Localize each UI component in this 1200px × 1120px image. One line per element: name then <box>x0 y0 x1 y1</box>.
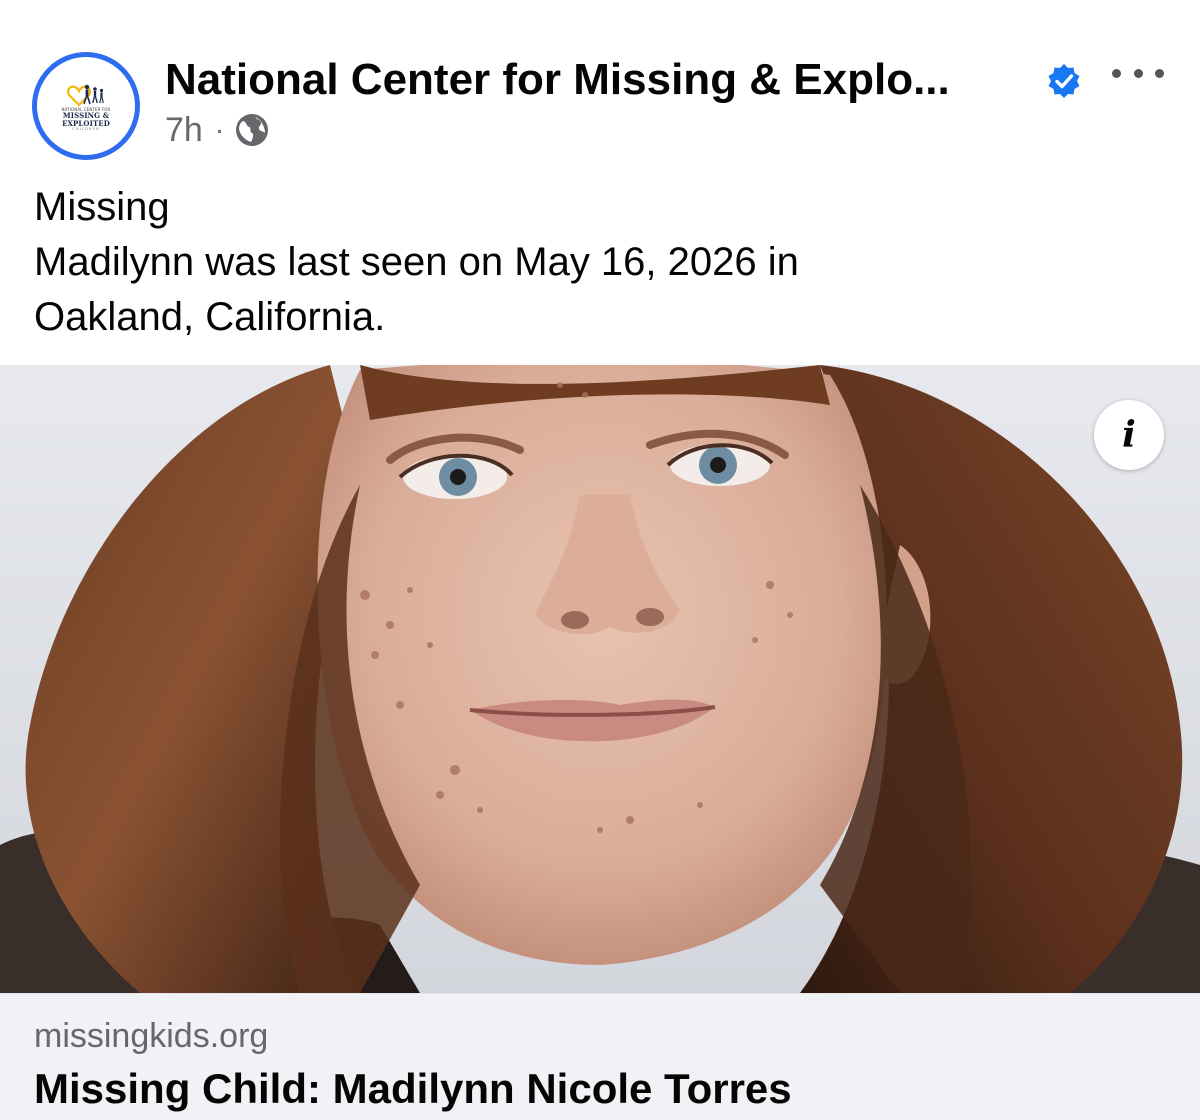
post-text-line: Missing <box>34 185 170 229</box>
post-text-line: Madilynn was last seen on May 16, 2026 i… <box>34 240 799 284</box>
verified-badge-icon <box>1048 64 1080 98</box>
logo-text-line4: CHILDREN <box>72 127 100 131</box>
missing-child-photo <box>0 365 1200 993</box>
page-avatar[interactable]: NATIONAL CENTER FOR MISSING & EXPLOITED … <box>32 52 140 160</box>
post-header: NATIONAL CENTER FOR MISSING & EXPLOITED … <box>0 0 1200 170</box>
info-button[interactable]: i <box>1094 400 1164 470</box>
ncmec-logo-icon <box>67 84 104 107</box>
post-timestamp[interactable]: 7h <box>165 108 203 152</box>
meta-separator: · <box>214 114 225 145</box>
more-options-button[interactable] <box>1108 58 1168 88</box>
globe-icon[interactable] <box>234 112 270 148</box>
more-options-dot <box>1155 68 1164 78</box>
more-options-icon <box>1112 68 1121 78</box>
link-title[interactable]: Missing Child: Madilynn Nicole Torres <box>34 1064 792 1114</box>
logo-text-line3: EXPLOITED <box>62 118 110 128</box>
more-options-dot <box>1133 68 1143 78</box>
post-photo[interactable]: i <box>0 365 1200 993</box>
post-meta: 7h · <box>165 108 270 152</box>
page-name-link[interactable]: National Center for Missing & Explo... <box>165 52 950 108</box>
link-domain: missingkids.org <box>34 1017 269 1055</box>
post-text-line: Oakland, California. <box>34 295 386 339</box>
info-icon: i <box>1122 414 1136 456</box>
link-preview-card[interactable]: missingkids.org Missing Child: Madilynn … <box>0 993 1200 1120</box>
post-message: Missing Madilynn was last seen on May 16… <box>34 180 1174 345</box>
